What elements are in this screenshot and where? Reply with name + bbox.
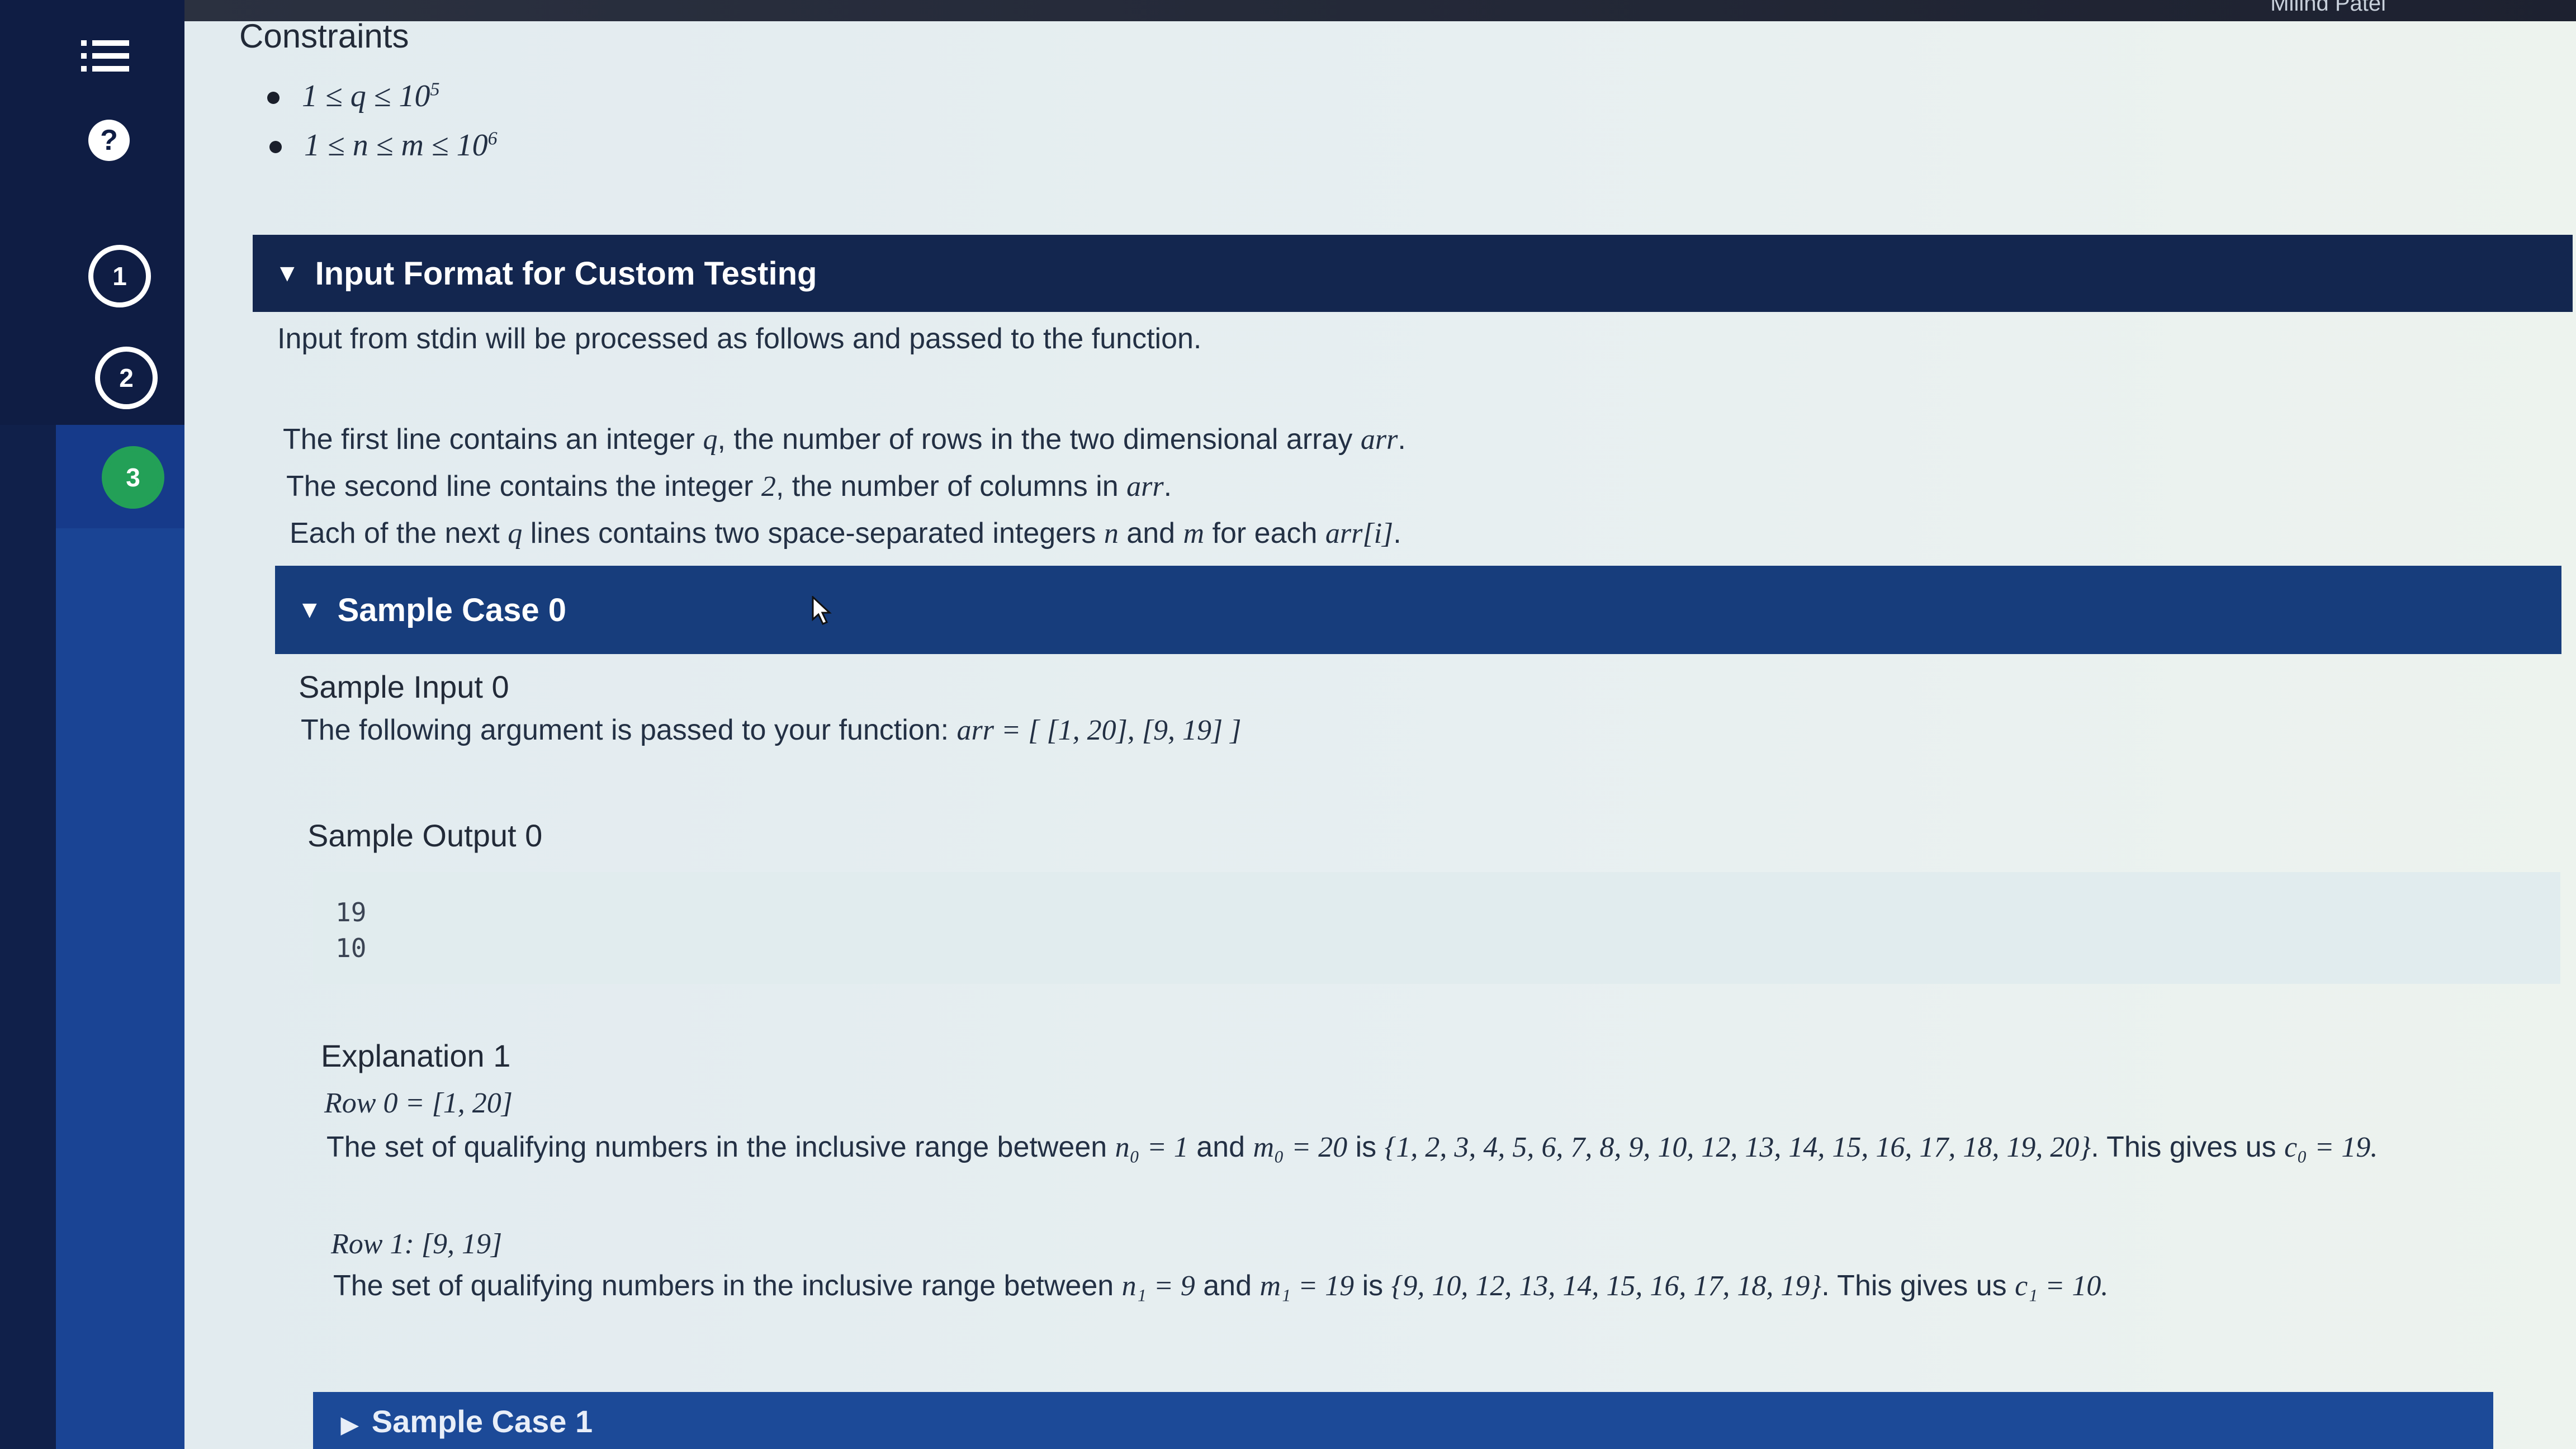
sample-case-0-header[interactable]: ▼ Sample Case 0 bbox=[275, 566, 2561, 654]
sample-case-1-header[interactable]: ▶ Sample Case 1 bbox=[313, 1392, 2493, 1449]
step-3-button[interactable]: 3 bbox=[102, 446, 164, 509]
user-name[interactable]: Milind Patel bbox=[2270, 0, 2386, 16]
step-2-button[interactable]: 2 bbox=[95, 347, 158, 409]
bullet bbox=[267, 92, 280, 104]
constraint-1: 1 ≤ q ≤ 105 bbox=[302, 79, 440, 113]
explanation-row-0: Row 0 = [1, 20] bbox=[324, 1087, 513, 1119]
screen: ? 1 2 3 Constraints 1 ≤ q ≤ 105 1 ≤ n ≤ … bbox=[0, 0, 2576, 1449]
sample-input-text: The following argument is passed to your… bbox=[301, 714, 1242, 746]
expand-triangle-icon: ▶ bbox=[341, 1413, 358, 1437]
constraint-2: 1 ≤ n ≤ m ≤ 106 bbox=[304, 128, 498, 163]
explanation-heading: Explanation 1 bbox=[321, 1038, 511, 1073]
help-icon[interactable]: ? bbox=[88, 120, 130, 161]
sample-output-code: 19 10 bbox=[313, 872, 2560, 984]
collapse-triangle-icon: ▼ bbox=[275, 259, 300, 287]
collapse-triangle-icon: ▼ bbox=[297, 596, 322, 623]
explanation-row-1: Row 1: [9, 19] bbox=[331, 1228, 503, 1260]
mouse-cursor-icon bbox=[812, 595, 832, 628]
input-format-header[interactable]: ▼ Input Format for Custom Testing bbox=[253, 235, 2573, 312]
top-bar bbox=[184, 0, 2576, 21]
input-format-line-1: The first line contains an integer q, th… bbox=[283, 423, 1406, 456]
explanation-row-0-text: The set of qualifying numbers in the inc… bbox=[326, 1131, 2378, 1163]
sample-input-heading: Sample Input 0 bbox=[299, 669, 509, 704]
step-1-button[interactable]: 1 bbox=[88, 245, 151, 307]
problem-content: Constraints 1 ≤ q ≤ 105 1 ≤ n ≤ m ≤ 106 … bbox=[184, 0, 2576, 1449]
constraints-heading: Constraints bbox=[239, 17, 409, 55]
input-format-intro: Input from stdin will be processed as fo… bbox=[277, 323, 1202, 355]
sample-output-heading: Sample Output 0 bbox=[307, 818, 543, 853]
bullet bbox=[269, 141, 282, 153]
input-format-line-2: The second line contains the integer 2, … bbox=[286, 470, 1172, 503]
explanation-row-1-text: The set of qualifying numbers in the inc… bbox=[333, 1270, 2109, 1302]
input-format-line-3: Each of the next q lines contains two sp… bbox=[290, 517, 1401, 550]
sidebar: ? 1 2 3 bbox=[0, 0, 218, 1449]
list-menu-icon[interactable] bbox=[78, 36, 132, 76]
